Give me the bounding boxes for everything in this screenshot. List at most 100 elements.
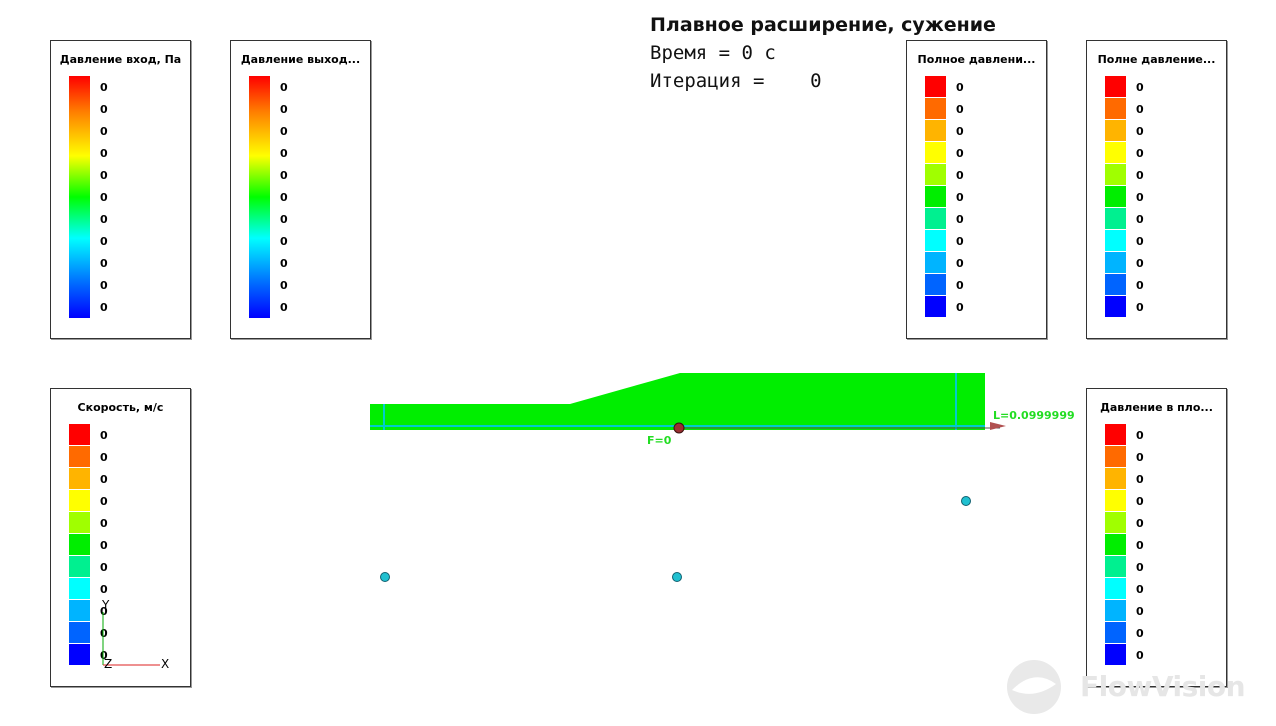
legend-velocity[interactable]: Скорость, м/с 0 0 0 0 0 0 0 0 0 0 0 bbox=[50, 388, 191, 687]
legend-tick: 0 bbox=[100, 147, 108, 160]
legend-tick: 0 bbox=[956, 125, 964, 138]
legend-tick: 0 bbox=[100, 473, 108, 486]
color-swatch bbox=[1105, 164, 1126, 185]
legend-tick: 0 bbox=[280, 257, 288, 270]
legend-tick: 0 bbox=[1136, 539, 1144, 552]
color-swatch bbox=[69, 622, 90, 643]
legend-tick: 0 bbox=[1136, 473, 1144, 486]
legend-tick: 0 bbox=[956, 301, 964, 314]
color-swatch bbox=[1105, 446, 1126, 467]
legend-tick: 0 bbox=[956, 257, 964, 270]
legend-total-pressure-1[interactable]: Полное давлени... 0 0 0 0 0 0 0 0 0 0 0 bbox=[906, 40, 1047, 339]
legend-title: Полне давление... bbox=[1097, 53, 1216, 66]
legend-tick: 0 bbox=[280, 125, 288, 138]
legend-tick: 0 bbox=[100, 235, 108, 248]
legend-tick: 0 bbox=[1136, 213, 1144, 226]
color-swatch bbox=[1105, 424, 1126, 445]
x-axis-label: X bbox=[161, 657, 170, 671]
legend-tick: 0 bbox=[280, 81, 288, 94]
legend-tick: 0 bbox=[1136, 235, 1144, 248]
color-swatch bbox=[1105, 622, 1126, 643]
color-swatch bbox=[1105, 186, 1126, 207]
legend-tick: 0 bbox=[956, 147, 964, 160]
gradient-bar bbox=[69, 76, 90, 318]
color-swatch bbox=[1105, 600, 1126, 621]
color-swatch bbox=[69, 512, 90, 533]
geometry-view[interactable] bbox=[0, 0, 1276, 726]
legend-tick: 0 bbox=[100, 451, 108, 464]
legend-tick: 0 bbox=[956, 169, 964, 182]
legend-tick: 0 bbox=[1136, 627, 1144, 640]
legend-tick: 0 bbox=[956, 81, 964, 94]
flow-domain bbox=[370, 373, 985, 430]
color-swatch bbox=[1105, 142, 1126, 163]
legend-tick: 0 bbox=[100, 279, 108, 292]
color-swatch bbox=[1105, 534, 1126, 555]
legend-tick: 0 bbox=[100, 213, 108, 226]
legend-total-pressure-2[interactable]: Полне давление... 0 0 0 0 0 0 0 0 0 0 0 bbox=[1086, 40, 1227, 339]
color-swatch bbox=[1105, 578, 1126, 599]
legend-tick: 0 bbox=[1136, 257, 1144, 270]
marker-point-3[interactable] bbox=[961, 496, 971, 506]
gradient-bar bbox=[249, 76, 270, 318]
color-swatch bbox=[69, 644, 90, 665]
z-axis-label: Z bbox=[104, 657, 113, 671]
color-swatch bbox=[1105, 274, 1126, 295]
legend-tick: 0 bbox=[1136, 191, 1144, 204]
measure-arrow-head bbox=[990, 422, 1006, 430]
legend-tick: 0 bbox=[1136, 301, 1144, 314]
legend-tick: 0 bbox=[956, 235, 964, 248]
color-swatch bbox=[69, 468, 90, 489]
legend-tick: 0 bbox=[1136, 605, 1144, 618]
legend-tick: 0 bbox=[280, 301, 288, 314]
legend-tick: 0 bbox=[1136, 279, 1144, 292]
color-swatch bbox=[925, 252, 946, 273]
legend-tick: 0 bbox=[280, 235, 288, 248]
legend-tick: 0 bbox=[1136, 429, 1144, 442]
legend-tick: 0 bbox=[1136, 125, 1144, 138]
legend-tick: 0 bbox=[280, 213, 288, 226]
color-swatch bbox=[925, 274, 946, 295]
color-scale bbox=[925, 76, 946, 318]
legend-tick: 0 bbox=[100, 583, 108, 596]
color-swatch bbox=[925, 142, 946, 163]
legend-tick: 0 bbox=[100, 517, 108, 530]
color-swatch bbox=[69, 600, 90, 621]
legend-tick: 0 bbox=[1136, 583, 1144, 596]
legend-tick: 0 bbox=[956, 279, 964, 292]
marker-point-1[interactable] bbox=[380, 572, 390, 582]
color-swatch bbox=[1105, 120, 1126, 141]
color-scale bbox=[69, 424, 90, 666]
color-scale bbox=[249, 76, 270, 318]
color-swatch bbox=[925, 296, 946, 317]
legend-tick: 0 bbox=[280, 279, 288, 292]
legend-title: Давление выход... bbox=[240, 53, 361, 66]
color-swatch bbox=[1105, 208, 1126, 229]
flowvision-logo-icon bbox=[1007, 660, 1061, 714]
color-swatch bbox=[1105, 252, 1126, 273]
legend-outlet-pressure[interactable]: Давление выход... 0 0 0 0 0 0 0 0 0 0 0 bbox=[230, 40, 371, 339]
l-label: L=0.0999999 bbox=[993, 409, 1075, 422]
color-swatch bbox=[925, 186, 946, 207]
legend-tick: 0 bbox=[1136, 169, 1144, 182]
f-label: F=0 bbox=[647, 434, 672, 447]
legend-tick: 0 bbox=[100, 81, 108, 94]
legend-tick: 0 bbox=[100, 495, 108, 508]
marker-point-2[interactable] bbox=[672, 572, 682, 582]
color-swatch bbox=[69, 534, 90, 555]
legend-tick: 0 bbox=[100, 191, 108, 204]
legend-tick: 0 bbox=[100, 257, 108, 270]
legend-tick: 0 bbox=[1136, 81, 1144, 94]
color-swatch bbox=[925, 98, 946, 119]
origin-point[interactable] bbox=[673, 422, 685, 434]
legend-tick: 0 bbox=[100, 429, 108, 442]
legend-title: Скорость, м/с bbox=[77, 401, 164, 414]
y-axis-label: Y bbox=[102, 598, 110, 612]
legend-tick: 0 bbox=[100, 627, 108, 640]
legend-plane-pressure[interactable]: Давление в пло... 0 0 0 0 0 0 0 0 0 0 0 bbox=[1086, 388, 1227, 687]
color-swatch bbox=[69, 578, 90, 599]
legend-tick: 0 bbox=[280, 191, 288, 204]
legend-inlet-pressure[interactable]: Давление вход, Па 0 0 0 0 0 0 0 0 0 0 0 bbox=[50, 40, 191, 339]
legend-tick: 0 bbox=[1136, 103, 1144, 116]
legend-tick: 0 bbox=[1136, 147, 1144, 160]
